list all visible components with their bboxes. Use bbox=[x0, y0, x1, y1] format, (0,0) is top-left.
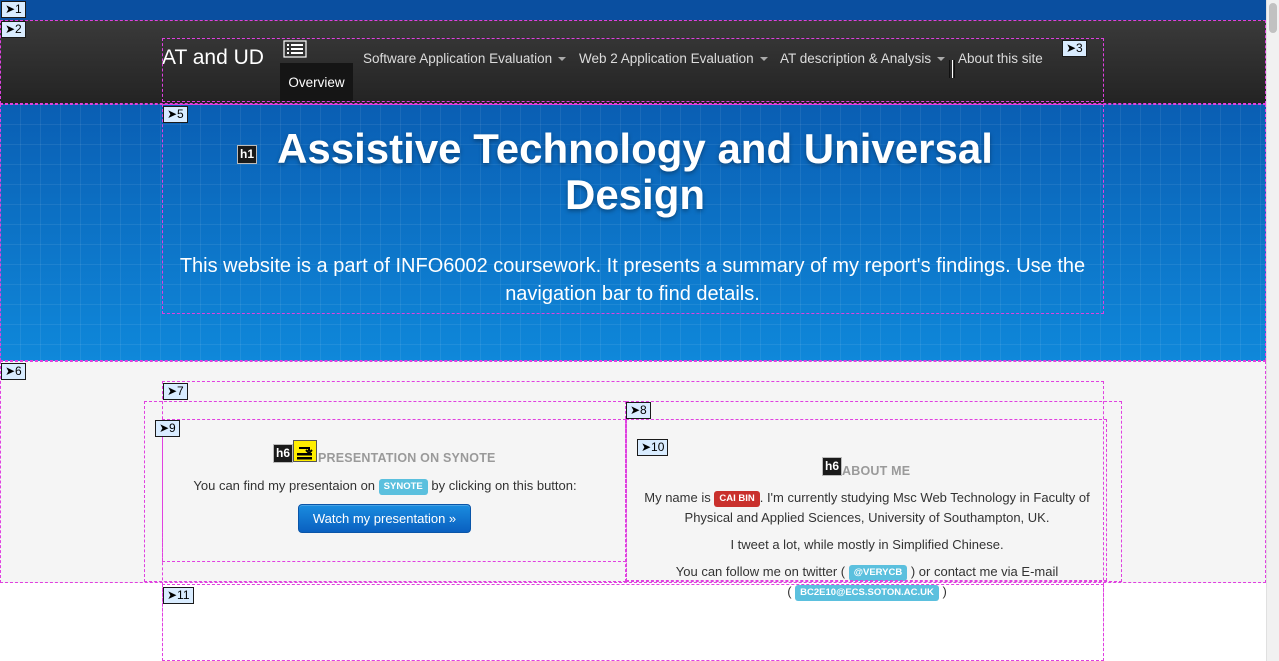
presentation-text-after: by clicking on this button: bbox=[431, 478, 577, 493]
email-link[interactable]: BC2E10@ECS.SOTON.AC.UK bbox=[795, 584, 939, 601]
marker-badge: ➤8 bbox=[626, 402, 651, 419]
nav-software-evaluation[interactable]: Software Application Evaluation bbox=[363, 51, 567, 66]
about-title: ABOUT ME bbox=[842, 464, 911, 478]
about-text: ) or contact me via E-mail bbox=[910, 564, 1059, 579]
presentation-text: You can find my presentaion on SYNOTE by… bbox=[165, 476, 605, 496]
about-text: ) bbox=[942, 584, 947, 599]
heading-level-badge: h6 bbox=[273, 444, 294, 463]
nav-overview[interactable]: Overview bbox=[280, 63, 353, 101]
heading-level-badge: h1 bbox=[237, 145, 258, 164]
presentation-text-before: You can find my presentaion on bbox=[193, 478, 376, 493]
marker-badge: ➤1 bbox=[1, 1, 26, 18]
name-tag: CAI BIN bbox=[714, 490, 760, 507]
scrollbar-thumb[interactable] bbox=[1269, 3, 1277, 33]
about-text: . I'm currently studying Msc Web Technol… bbox=[759, 490, 1090, 505]
marker-badge: ➤10 bbox=[637, 439, 669, 456]
caret-down-icon bbox=[937, 57, 946, 62]
marker-badge: ➤2 bbox=[1, 21, 26, 38]
text-cursor-icon bbox=[949, 60, 955, 78]
about-line-4: You can follow me on twitter ( @VERYCB )… bbox=[632, 562, 1102, 582]
about-text: ( bbox=[787, 584, 792, 599]
page-title: Assistive Technology and Universal Desig… bbox=[277, 125, 993, 218]
nav-web2-evaluation-label: Web 2 Application Evaluation bbox=[579, 51, 754, 66]
marker-badge: ➤5 bbox=[163, 106, 188, 123]
brand-link[interactable]: AT and UD bbox=[162, 46, 264, 70]
watch-presentation-button[interactable]: Watch my presentation » bbox=[298, 504, 471, 533]
marker-badge: ➤6 bbox=[1, 363, 26, 380]
scrollbar-track[interactable] bbox=[1266, 0, 1279, 661]
navbar: AT and UD Software Application Evaluatio… bbox=[0, 20, 1266, 104]
menu-list-icon[interactable] bbox=[283, 40, 307, 58]
nav-at-description[interactable]: AT description & Analysis bbox=[780, 51, 946, 66]
about-text: You can follow me on twitter ( bbox=[675, 564, 846, 579]
top-strip bbox=[0, 0, 1279, 20]
about-line-1: My name is CAI BIN. I'm currently studyi… bbox=[632, 488, 1102, 508]
nav-at-description-label: AT description & Analysis bbox=[780, 51, 932, 66]
marker-badge: ➤7 bbox=[163, 383, 188, 400]
nav-web2-evaluation[interactable]: Web 2 Application Evaluation bbox=[579, 51, 768, 66]
presentation-title: PRESENTATION ON SYNOTE bbox=[318, 451, 496, 465]
nav-about-site[interactable]: About this site bbox=[958, 51, 1043, 66]
synote-tag: SYNOTE bbox=[378, 478, 428, 495]
about-line-3: I tweet a lot, while mostly in Simplifie… bbox=[730, 537, 1004, 552]
marker-badge: ➤3 bbox=[1062, 40, 1087, 57]
caret-down-icon bbox=[558, 57, 567, 62]
about-line-5: ( BC2E10@ECS.SOTON.AC.UK ) bbox=[632, 582, 1102, 602]
marker-badge: ➤11 bbox=[163, 587, 194, 604]
hero-subtitle: This website is a part of INFO6002 cours… bbox=[179, 255, 1086, 305]
return-arrow-icon bbox=[293, 440, 317, 462]
nav-overview-label: Overview bbox=[288, 74, 345, 90]
nav-software-evaluation-label: Software Application Evaluation bbox=[363, 51, 553, 66]
heading-level-badge: h6 bbox=[822, 457, 843, 476]
about-text: My name is bbox=[644, 490, 711, 505]
twitter-link[interactable]: @VERYCB bbox=[848, 564, 908, 581]
about-line-2: Physical and Applied Sciences, Universit… bbox=[684, 510, 1050, 525]
caret-down-icon bbox=[759, 57, 768, 62]
marker-badge: ➤9 bbox=[155, 420, 180, 437]
hero-section: Assistive Technology and Universal Desig… bbox=[0, 104, 1266, 361]
nav-about-site-label: About this site bbox=[958, 51, 1043, 66]
